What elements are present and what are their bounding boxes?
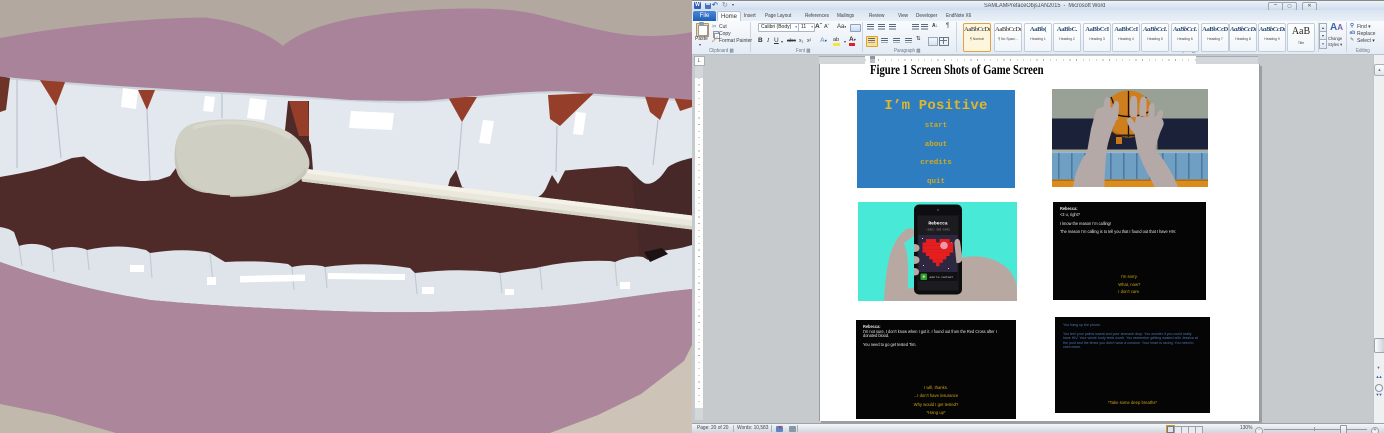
svg-text:add to contact: add to contact	[929, 275, 953, 279]
svg-text:Rebecca: Rebecca	[928, 221, 948, 227]
svg-text:(555) 555-5542: (555) 555-5542	[926, 228, 950, 232]
svg-text:+: +	[922, 275, 925, 281]
